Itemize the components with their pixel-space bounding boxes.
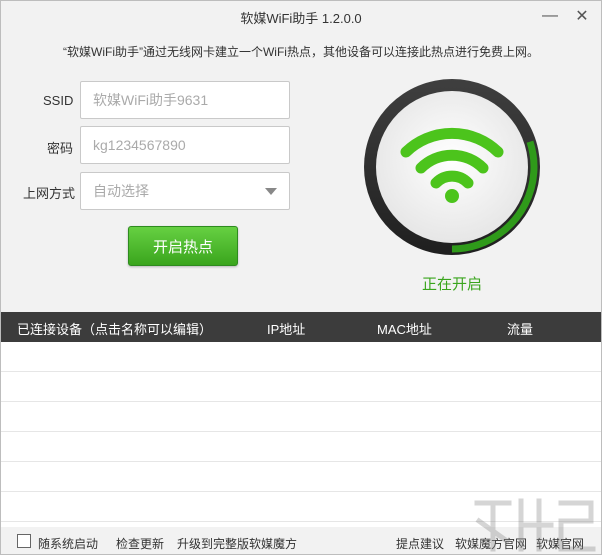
close-icon: ✕ bbox=[575, 8, 589, 25]
wifi-ring bbox=[364, 79, 540, 255]
method-select[interactable]: 自动选择 bbox=[80, 172, 290, 210]
ssid-label: SSID bbox=[43, 93, 74, 108]
table-row bbox=[1, 462, 601, 492]
close-button[interactable]: ✕ bbox=[571, 5, 593, 27]
watermark-logo bbox=[474, 498, 596, 552]
method-select-value: 自动选择 bbox=[93, 183, 149, 199]
column-traffic[interactable]: 流量 bbox=[507, 319, 533, 338]
upgrade-link[interactable]: 升级到完整版软媒魔方 bbox=[177, 535, 297, 552]
wifi-status-indicator bbox=[363, 78, 541, 256]
minimize-icon: — bbox=[542, 7, 558, 24]
feedback-link[interactable]: 提点建议 bbox=[396, 535, 444, 552]
password-input[interactable] bbox=[80, 126, 290, 164]
minimize-button[interactable]: — bbox=[539, 5, 561, 27]
start-hotspot-button[interactable]: 开启热点 bbox=[128, 226, 238, 266]
table-row bbox=[1, 372, 601, 402]
autostart-label[interactable]: 随系统启动 bbox=[38, 535, 98, 552]
table-row bbox=[1, 342, 601, 372]
ssid-input[interactable] bbox=[80, 81, 290, 119]
device-table-header: 已连接设备（点击名称可以编辑） IP地址 MAC地址 流量 bbox=[1, 312, 601, 342]
table-row bbox=[1, 432, 601, 462]
autostart-checkbox[interactable] bbox=[17, 534, 31, 548]
status-text: 正在开启 bbox=[421, 276, 482, 293]
column-ip[interactable]: IP地址 bbox=[267, 319, 305, 338]
column-device[interactable]: 已连接设备（点击名称可以编辑） bbox=[17, 319, 212, 338]
check-update-link[interactable]: 检查更新 bbox=[116, 535, 164, 552]
column-mac[interactable]: MAC地址 bbox=[377, 319, 432, 338]
title-bar: 软媒WiFi助手 1.2.0.0 — ✕ bbox=[1, 1, 601, 31]
password-label: 密码 bbox=[47, 141, 74, 156]
method-label: 上网方式 bbox=[23, 186, 76, 201]
chevron-down-icon bbox=[265, 187, 277, 195]
description-text: “软媒WiFi助手”通过无线网卡建立一个WiFi热点，其他设备可以连接此热点进行… bbox=[63, 45, 539, 59]
window-title: 软媒WiFi助手 1.2.0.0 bbox=[240, 11, 362, 26]
table-row bbox=[1, 402, 601, 432]
app-window: 软媒WiFi助手 1.2.0.0 — ✕ “软媒WiFi助手”通过无线网卡建立一… bbox=[0, 0, 602, 555]
